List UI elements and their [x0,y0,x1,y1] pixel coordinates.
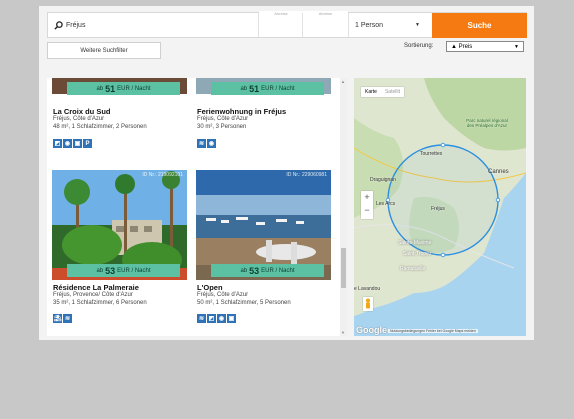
wheelchair-icon: ◩ [207,314,216,323]
zoom-out-button[interactable]: − [361,204,373,217]
washer-icon: ◉ [207,139,216,148]
price-badge: ab 53 EUR / Nacht [67,264,180,277]
listing-scrollbar[interactable]: ▲ ▼ [340,78,347,336]
listing-location: Fréjus, Côte d'Azur [197,116,249,122]
price-badge: ab 53 EUR / Nacht [211,264,324,277]
scrollbar-thumb[interactable] [341,248,346,288]
scroll-down-arrow-icon[interactable]: ▼ [341,330,345,335]
washer-icon: ◉ [63,139,72,148]
map-type-control: Karte Satellit [361,87,404,97]
listing-details: 30 m², 3 Personen [197,124,247,130]
listing-details: 50 m², 1 Schlafzimmer, 5 Personen [197,300,291,306]
location-value: Fréjus [66,21,86,29]
beach-icon: ⛱ [53,314,62,323]
persons-value: 1 Person [355,21,384,29]
listing-card[interactable]: ID Nr.: 229060981 ab 53 EUR / Nacht L'Open… [196,170,331,336]
sort-label: Sortierung: [404,43,434,49]
listing-details: 48 m², 1 Schlafzimmer, 2 Personen [53,124,147,130]
arrival-label: Anreise [259,11,303,17]
location-search-field[interactable]: Fréjus [48,13,258,37]
search-icon [54,20,63,30]
scroll-up-arrow-icon[interactable]: ▲ [341,79,345,84]
google-logo: Google [356,325,387,335]
map-label-draguignan: Draguignan [370,177,396,183]
listing-card[interactable]: ab 51 EUR / Nacht Ferienwohnung in Fréjus … [196,78,331,166]
listing-location: Fréjus, Côte d'Azur [53,116,105,122]
amenity-icons: ≋ ◉ [197,139,216,148]
price-badge: ab 51 EUR / Nacht [67,82,180,95]
more-filters-button[interactable]: Weitere Suchfilter [47,42,161,59]
chevron-down-icon: ▼ [415,22,420,28]
listing-id: ID Nr.: 229060981 [286,172,327,178]
tv-icon: ▣ [227,314,236,323]
map-label-frejus: Fréjus [431,206,445,212]
chevron-down-icon: ▼ [514,43,519,50]
tv-icon: ▣ [73,139,82,148]
listing-results: ab 51 EUR / Nacht La Croix du Sud Fréjus, … [47,78,347,336]
listing-card[interactable]: ab 51 EUR / Nacht La Croix du Sud Fréjus, … [52,78,187,166]
map-type-satellite-button[interactable]: Satellit [380,87,404,97]
parking-icon: P [83,139,92,148]
arrival-date-field[interactable]: Anreise [258,11,303,37]
map-zoom-control: + − [361,191,373,219]
wheelchair-pool-icon: ◩ [53,139,62,148]
listing-details: 35 m², 1 Schlafzimmer, 6 Personen [53,300,147,306]
amenity-icons: ⛱ ≋ [53,314,72,323]
map-label-sainte-maxime: Sainte-Maxime [398,240,432,246]
map-label-saint-tropez: Saint-Tropez [403,251,432,257]
pool-icon: ≋ [63,314,72,323]
listing-id: ID Nr.: 219092101 [142,172,183,178]
map-type-map-button[interactable]: Karte [361,87,381,97]
sort-value: ▲ Preis [451,43,473,50]
listing-location: Fréjus, Côte d'Azur [197,292,249,298]
persons-select[interactable]: 1 Person ▼ [348,13,426,37]
pool-icon: ≋ [197,314,206,323]
departure-date-field[interactable]: Abreise [302,11,348,37]
departure-label: Abreise [303,11,348,17]
map-label-parc: Parc naturel régional des Préalpes d'Azu… [466,118,508,128]
listing-card[interactable]: ID Nr.: 219092101 ab 53 EUR / Nacht Réside… [52,170,187,336]
street-view-pegman-icon[interactable] [363,297,373,311]
map-label-ramatuelle: Ramatuelle [400,266,426,272]
amenity-icons: ≋ ◩ ◉ ▣ [197,314,236,323]
search-panel: Fréjus Anreise Abreise 1 Person ▼ Suche … [39,6,534,340]
sort-select[interactable]: ▲ Preis ▼ [446,41,524,52]
amenity-icons: ◩ ◉ ▣ P [53,139,92,148]
map-label-les-arcs: Les Arcs [376,201,396,207]
map-label-lavandou: e Lavandou [354,286,381,292]
washer-icon: ◉ [217,314,226,323]
map-terms-link[interactable]: Nutzungsbedingungen Fehler bei Google Ma… [388,329,478,333]
pool-icon: ≋ [197,139,206,148]
listing-location: Fréjus, Provence/ Côte d'Azur [53,292,133,298]
search-bar: Fréjus Anreise Abreise 1 Person ▼ Suche [47,11,527,38]
map-view[interactable]: Karte Satellit Parc naturel régional des… [354,78,526,336]
search-button[interactable]: Suche [432,13,527,38]
price-badge: ab 51 EUR / Nacht [211,82,324,95]
map-label-tourrettes: Tourrettes [420,151,443,157]
map-label-cannes: Cannes [488,169,509,175]
zoom-in-button[interactable]: + [361,191,373,204]
